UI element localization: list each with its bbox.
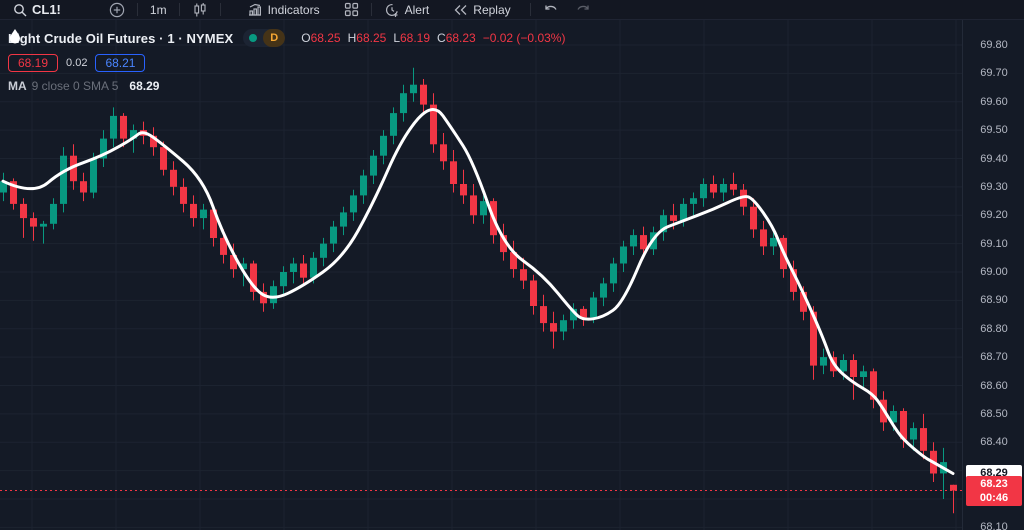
replay-label: Replay [473,3,510,17]
price-tick: 69.30 [963,181,1024,193]
candles-layer [0,68,957,514]
spread-value: 0.02 [66,57,87,69]
price-tick: 68.90 [963,294,1024,306]
price-tick: 68.10 [963,521,1024,530]
price-tick: 68.70 [963,351,1024,363]
buy-price-button[interactable]: 68.21 [95,54,145,72]
symbol-label: CL1! [32,2,61,17]
redo-icon [575,3,591,17]
symbol-title[interactable]: Light Crude Oil Futures · 1 · NYMEX [8,31,233,46]
candlestick-icon [192,2,208,18]
low-label: L [393,31,400,45]
tradingview-chart-app: CL1! 1m Indicators [0,0,1024,530]
price-tick: 69.40 [963,153,1024,165]
indicators-label: Indicators [268,3,320,17]
grid-lines [0,20,962,530]
redo-button[interactable] [568,0,598,20]
close-value: 68.23 [446,31,476,45]
ma-indicator-params: 9 close 0 SMA 5 [32,79,119,93]
delayed-data-badge: D [263,29,285,47]
bar-countdown: 00:46 [966,491,1022,505]
oil-drop-icon [8,28,22,44]
high-value: 68.25 [356,31,386,45]
price-tick: 69.10 [963,238,1024,250]
undo-button[interactable] [536,0,566,20]
toolbar-divider [371,3,372,16]
change-value: −0.02 (−0.03%) [483,31,566,45]
indicators-button[interactable]: Indicators [240,0,327,20]
toolbar-divider [220,3,221,16]
price-tick: 69.80 [963,39,1024,51]
price-tick: 68.50 [963,408,1024,420]
open-value: 68.25 [311,31,341,45]
indicators-icon [247,2,263,18]
top-toolbar: CL1! 1m Indicators [0,0,1024,20]
layout-grid-icon [344,2,359,17]
undo-icon [543,3,559,17]
sell-price-button[interactable]: 68.19 [8,54,58,72]
price-scale[interactable]: 69.80 69.70 69.60 69.50 69.40 69.30 69.20 69.10… [962,20,1024,530]
last-price-axis-label: 68.23 00:46 [966,476,1022,506]
alert-button[interactable]: Alert [377,0,437,20]
price-tick: 68.60 [963,380,1024,392]
toolbar-divider [530,3,531,16]
compare-add-symbol-button[interactable] [102,0,132,20]
high-label: H [348,31,357,45]
chart-legend: Light Crude Oil Futures · 1 · NYMEX D O6… [8,28,565,93]
ohlc-values: O68.25 H68.25 L68.19 C68.23 −0.02 (−0.03… [301,31,565,45]
plus-circle-icon [109,2,125,18]
price-tick: 68.40 [963,436,1024,448]
alert-clock-icon [384,2,400,18]
market-status-pill[interactable]: D [243,29,285,47]
ma-line [3,110,953,474]
price-chart-canvas[interactable] [0,20,962,530]
ma-indicator-name: MA [8,79,27,93]
low-value: 68.19 [400,31,430,45]
symbol-search-button[interactable]: CL1! [6,0,68,20]
replay-icon [453,3,468,17]
market-open-dot [249,34,257,42]
open-label: O [301,31,310,45]
interval-button[interactable]: 1m [143,0,174,20]
price-tick: 69.70 [963,67,1024,79]
toolbar-divider [137,3,138,16]
layout-grid-button[interactable] [337,0,366,20]
replay-button[interactable]: Replay [446,0,517,20]
toolbar-divider [179,3,180,16]
chart-wrap: Light Crude Oil Futures · 1 · NYMEX D O6… [0,20,1024,530]
chart-pane[interactable]: Light Crude Oil Futures · 1 · NYMEX D O6… [0,20,962,530]
price-tick: 69.00 [963,266,1024,278]
chart-type-button[interactable] [185,0,215,20]
last-price-value: 68.23 [966,477,1022,491]
alert-label: Alert [405,3,430,17]
search-icon [13,3,27,17]
price-tick: 68.80 [963,323,1024,335]
ma-indicator-value: 68.29 [129,79,159,93]
interval-label: 1m [150,3,167,17]
price-tick: 69.60 [963,96,1024,108]
close-label: C [437,31,446,45]
price-tick: 69.50 [963,124,1024,136]
price-tick: 69.20 [963,209,1024,221]
ma-indicator-legend[interactable]: MA 9 close 0 SMA 5 68.29 [8,79,565,93]
